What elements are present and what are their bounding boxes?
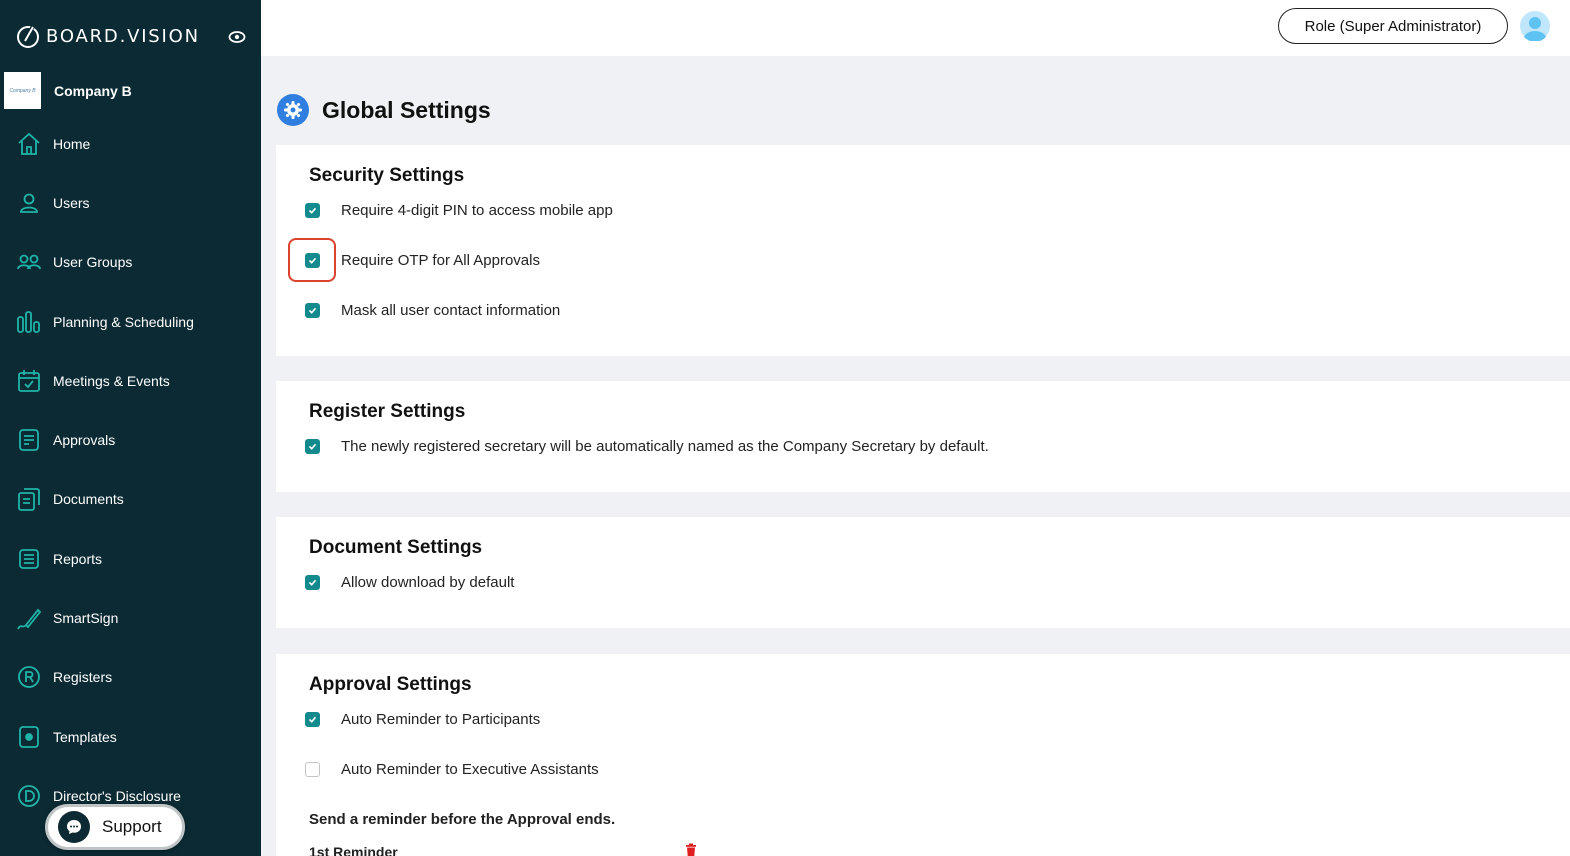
brand-name: BOARD.VISION <box>46 25 200 47</box>
support-label: Support <box>102 817 162 836</box>
sidebar-item-planning[interactable]: Planning & Scheduling <box>0 292 261 351</box>
checkbox-checked-icon[interactable] <box>305 303 320 318</box>
register-settings-title: Register Settings <box>309 401 466 422</box>
option-require-otp[interactable]: Require OTP for All Approvals <box>305 252 540 269</box>
gear-icon <box>277 94 309 126</box>
eye-toggle-icon[interactable] <box>228 30 246 44</box>
home-icon <box>18 132 40 155</box>
option-require-pin[interactable]: Require 4-digit PIN to access mobile app <box>305 202 613 219</box>
sidebar: BOARD.VISION Company B Company B Home Us… <box>0 0 261 856</box>
template-icon <box>19 725 39 748</box>
trash-icon[interactable] <box>684 843 698 856</box>
user-group-icon <box>17 254 41 270</box>
checkbox-unchecked-icon[interactable] <box>305 762 320 777</box>
approval-settings-title: Approval Settings <box>309 674 472 695</box>
sidebar-item-meetings[interactable]: Meetings & Events <box>0 351 261 410</box>
company-logo: Company B <box>4 72 41 109</box>
document-settings-title: Document Settings <box>309 537 483 558</box>
support-button[interactable]: Support <box>45 804 185 850</box>
option-mask-contact[interactable]: Mask all user contact information <box>305 302 560 319</box>
sidebar-item-home[interactable]: Home <box>0 114 261 173</box>
sidebar-item-smartsign[interactable]: SmartSign <box>0 588 261 647</box>
reminder-heading: Send a reminder before the Approval ends… <box>309 811 616 828</box>
user-icon <box>20 193 38 213</box>
sidebar-item-user-groups[interactable]: User Groups <box>0 233 261 292</box>
report-list-icon <box>19 548 39 569</box>
role-button[interactable]: Role (Super Administrator) <box>1278 8 1508 44</box>
bar-chart-icon <box>17 310 40 333</box>
approval-settings-card: Approval Settings Auto Reminder to Parti… <box>276 654 1570 856</box>
sidebar-item-reports[interactable]: Reports <box>0 529 261 588</box>
pen-sign-icon <box>17 608 42 630</box>
document-settings-card: Document Settings Allow download by defa… <box>276 517 1570 628</box>
registered-r-icon <box>18 666 40 689</box>
page-header: Global Settings <box>277 94 491 126</box>
chat-bubble-icon <box>58 811 90 843</box>
checkbox-checked-icon[interactable] <box>305 203 320 218</box>
checkbox-checked-icon[interactable] <box>305 253 320 268</box>
company-selector[interactable]: Company B Company B <box>4 72 132 109</box>
checkbox-checked-icon[interactable] <box>305 712 320 727</box>
security-settings-card: Security Settings Require 4-digit PIN to… <box>276 145 1570 356</box>
sidebar-item-approvals[interactable]: Approvals <box>0 410 261 469</box>
sidebar-nav: Home Users User Groups Planning & Schedu… <box>0 114 261 826</box>
company-name: Company B <box>54 82 132 99</box>
board-vision-logo-icon <box>17 24 39 48</box>
disclosure-d-icon <box>18 785 40 807</box>
option-allow-download[interactable]: Allow download by default <box>305 574 514 591</box>
security-settings-title: Security Settings <box>309 165 465 186</box>
sidebar-item-templates[interactable]: Templates <box>0 707 261 766</box>
avatar-icon[interactable] <box>1520 11 1550 41</box>
register-settings-card: Register Settings The newly registered s… <box>276 381 1570 492</box>
page-title: Global Settings <box>322 96 491 123</box>
option-remind-assistants[interactable]: Auto Reminder to Executive Assistants <box>305 761 599 778</box>
sidebar-item-registers[interactable]: Registers <box>0 648 261 707</box>
sidebar-item-users[interactable]: Users <box>0 173 261 232</box>
first-reminder-label: 1st Reminder <box>309 844 398 856</box>
checkbox-checked-icon[interactable] <box>305 575 320 590</box>
option-remind-participants[interactable]: Auto Reminder to Participants <box>305 711 540 728</box>
calendar-check-icon <box>18 369 40 392</box>
documents-icon <box>18 488 40 512</box>
option-auto-secretary[interactable]: The newly registered secretary will be a… <box>305 438 989 455</box>
top-bar: Role (Super Administrator) <box>261 0 1570 56</box>
brand[interactable]: BOARD.VISION <box>14 22 200 50</box>
approval-doc-icon <box>19 429 39 452</box>
sidebar-item-documents[interactable]: Documents <box>0 470 261 529</box>
checkbox-checked-icon[interactable] <box>305 439 320 454</box>
